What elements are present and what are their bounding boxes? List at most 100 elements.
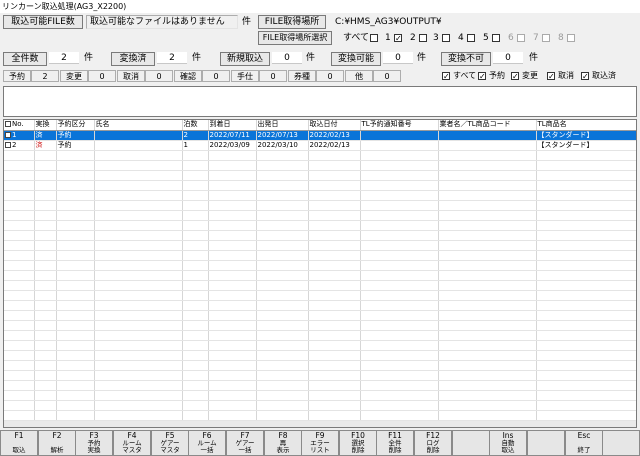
empty-cell (4, 300, 35, 311)
empty-row (4, 270, 636, 281)
horizontal-scrollbar[interactable] (4, 421, 636, 427)
empty-cell (256, 340, 309, 351)
new-import-button[interactable]: 新規取込 (220, 52, 270, 66)
empty-cell (360, 410, 439, 421)
fkey-label: ゲアー 一括 (235, 439, 255, 454)
convertible-button[interactable]: 変換可能 (331, 52, 381, 66)
empty-cell (182, 290, 209, 301)
file-filter-checkbox-2[interactable] (419, 34, 427, 42)
grid-header-cell[interactable]: 実換 (34, 120, 57, 131)
grid-cell-tl_no (360, 140, 439, 151)
empty-cell (56, 310, 95, 321)
empty-cell (94, 240, 183, 251)
table-row[interactable]: 2 済 予約 1 2022/03/09 2022/03/10 2022/02/13 【スタンダ… (4, 140, 636, 151)
grid-header-cell[interactable]: 予約区分 (56, 120, 95, 131)
summary-check-3[interactable] (547, 72, 555, 80)
fkey-f9-button[interactable]: F9 エラー リスト (301, 430, 339, 456)
empty-row (4, 280, 636, 291)
summary-check-1[interactable] (478, 72, 486, 80)
row-checkbox[interactable] (5, 131, 11, 138)
empty-cell (208, 410, 257, 421)
file-filter-checkbox-1[interactable] (394, 34, 402, 42)
summary-check-4[interactable] (581, 72, 589, 80)
grid-header-cell[interactable]: 出発日 (256, 120, 309, 131)
table-row[interactable]: 1 済 予約 2 2022/07/11 2022/07/13 2022/02/13 【スタンダ… (4, 130, 636, 141)
file-filter-checkbox-4[interactable] (467, 34, 475, 42)
fkey-blank-button[interactable] (527, 430, 565, 456)
fkey-blank-button[interactable] (602, 430, 640, 456)
empty-cell (536, 390, 636, 401)
fkey-f12-button[interactable]: F12 ログ 削除 (414, 430, 452, 456)
grid-header-cell[interactable]: TL予約通知番号 (360, 120, 439, 131)
import-grid[interactable]: No. 実換 予約区分 氏名 泊数 到着日 出発日 取込日付 TL予約通知番号 業者名／TL商品コ… (3, 119, 637, 428)
select-all-checkbox[interactable] (5, 121, 11, 128)
empty-cell (308, 370, 361, 381)
fkey-blank-button[interactable] (452, 430, 490, 456)
file-filter-checkbox-6[interactable] (517, 34, 525, 42)
grid-header-cell[interactable]: 取込日付 (308, 120, 361, 131)
total-count-button[interactable]: 全件数 (3, 52, 47, 66)
empty-cell (438, 150, 537, 161)
empty-cell (256, 230, 309, 241)
grid-header-cell[interactable]: TL商品名 (536, 120, 636, 131)
fkey-f4-button[interactable]: F4 ルーム マスタ (113, 430, 151, 456)
empty-cell (4, 160, 35, 171)
empty-cell (360, 180, 439, 191)
converted-count-button[interactable]: 変換済 (111, 52, 155, 66)
file-location-button[interactable]: FILE取得場所 (258, 15, 326, 29)
empty-cell (34, 190, 57, 201)
fkey-f8-button[interactable]: F8 再 表示 (264, 430, 302, 456)
grid-header-cell[interactable]: No. (4, 120, 35, 131)
empty-cell (360, 250, 439, 261)
empty-cell (536, 290, 636, 301)
file-filter-checkbox-7[interactable] (542, 34, 550, 42)
row-checkbox[interactable] (5, 141, 11, 148)
grid-header-cell[interactable]: 到着日 (208, 120, 257, 131)
fkey-f11-button[interactable]: F11 全件 削除 (376, 430, 414, 456)
empty-row (4, 260, 636, 271)
empty-cell (182, 350, 209, 361)
summary-label: 変更 (60, 70, 88, 82)
empty-cell (360, 290, 439, 301)
empty-cell (34, 350, 57, 361)
file-filter-checkbox-8[interactable] (567, 34, 575, 42)
file-filter-checkbox-3[interactable] (442, 34, 450, 42)
summary-check-2[interactable] (511, 72, 519, 80)
file-count-button[interactable]: 取込可能FILE数 (3, 15, 83, 29)
grid-cell-departure: 2022/07/13 (256, 130, 309, 141)
fkey-ins-button[interactable]: Ins 自動 取込 (489, 430, 527, 456)
fkey-f7-button[interactable]: F7 ゲアー 一括 (226, 430, 264, 456)
empty-cell (4, 380, 35, 391)
empty-cell (256, 400, 309, 411)
empty-cell (256, 180, 309, 191)
fkey-esc-button[interactable]: Esc 終了 (565, 430, 603, 456)
empty-cell (34, 220, 57, 231)
summary-check-label: すべて (453, 71, 477, 80)
empty-cell (56, 340, 95, 351)
grid-header-cell[interactable]: 氏名 (94, 120, 183, 131)
file-select-button[interactable]: FILE取得場所選択 (258, 31, 332, 45)
empty-cell (56, 250, 95, 261)
empty-cell (208, 160, 257, 171)
empty-cell (4, 240, 35, 251)
file-filter-checkbox-5[interactable] (492, 34, 500, 42)
summary-check-0[interactable] (442, 72, 450, 80)
empty-cell (208, 350, 257, 361)
file-filter-checkbox-all[interactable] (370, 34, 378, 42)
empty-cell (208, 170, 257, 181)
fkey-f1-button[interactable]: F1 取込 (0, 430, 38, 456)
fkey-f2-button[interactable]: F2 解析 (38, 430, 76, 456)
empty-cell (4, 390, 35, 401)
empty-cell (34, 180, 57, 191)
grid-header-cell[interactable]: 泊数 (182, 120, 209, 131)
grid-header-cell[interactable]: 業者名／TL商品コード (438, 120, 537, 131)
empty-cell (56, 400, 95, 411)
empty-cell (256, 250, 309, 261)
empty-cell (360, 190, 439, 201)
fkey-f5-button[interactable]: F5 ゲアー マスタ (151, 430, 189, 456)
fkey-f6-button[interactable]: F6 ルーム 一括 (188, 430, 226, 456)
grid-cell-text: 1 (12, 130, 17, 139)
fkey-f10-button[interactable]: F10 選択 削除 (339, 430, 377, 456)
nonconvertible-button[interactable]: 変換不可 (441, 52, 491, 66)
fkey-f3-button[interactable]: F3 予約 実換 (75, 430, 113, 456)
